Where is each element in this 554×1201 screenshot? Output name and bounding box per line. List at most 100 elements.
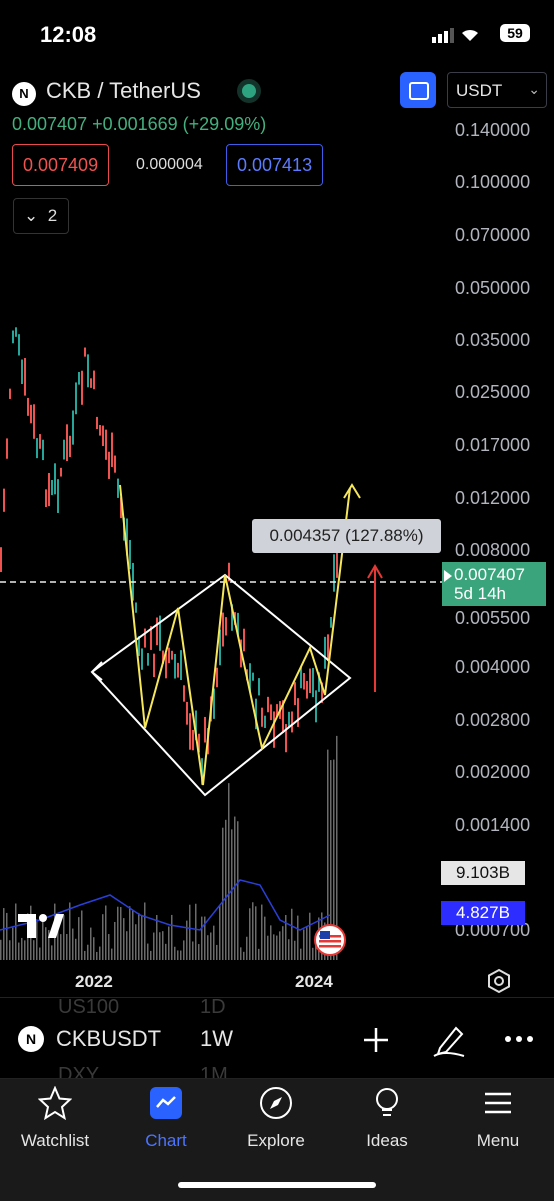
volume-bar xyxy=(117,906,119,960)
candle xyxy=(141,648,143,670)
candle xyxy=(189,713,191,750)
us-flag-event-icon[interactable] xyxy=(314,924,346,956)
volume-bar xyxy=(195,903,197,960)
candle xyxy=(258,678,260,696)
candle xyxy=(174,653,176,679)
candle xyxy=(177,662,179,678)
more-options-icon[interactable] xyxy=(504,1034,534,1044)
price-axis-label: 0.100000 xyxy=(455,172,531,192)
lightbulb-icon xyxy=(376,1088,398,1116)
tab-ideas[interactable]: Ideas xyxy=(337,1086,437,1151)
price-axis-label: 0.035000 xyxy=(455,330,531,350)
volume-bar xyxy=(228,783,230,960)
candle xyxy=(204,716,206,743)
volume-bar xyxy=(192,941,194,960)
chart-settings-icon[interactable] xyxy=(486,968,512,994)
candle xyxy=(15,327,17,337)
volume-bar xyxy=(0,939,2,960)
volume-bar xyxy=(285,915,287,960)
tab-chart[interactable]: Chart xyxy=(116,1086,216,1151)
candle xyxy=(39,434,41,449)
volume-bar xyxy=(177,950,179,960)
volume-bar xyxy=(156,915,158,960)
candle xyxy=(153,653,155,678)
candle xyxy=(252,672,254,681)
volume-bar xyxy=(15,903,17,960)
candle xyxy=(216,667,218,688)
candle xyxy=(27,397,29,416)
volume-bar xyxy=(3,908,5,960)
volume-bar xyxy=(276,935,278,960)
candle xyxy=(48,472,50,507)
tab-label: Explore xyxy=(247,1131,305,1150)
volume-bar xyxy=(180,950,182,960)
volume-bar xyxy=(288,939,290,960)
volume-bar xyxy=(168,926,170,960)
volume-bar xyxy=(123,918,125,960)
volume-bar xyxy=(210,932,212,960)
candle xyxy=(171,650,173,660)
add-icon[interactable] xyxy=(362,1026,390,1054)
volume-bar xyxy=(219,905,221,960)
volume-bar xyxy=(189,904,191,960)
volume-bar xyxy=(81,910,83,960)
volume-bar xyxy=(267,935,269,960)
candle xyxy=(111,432,113,467)
volume-bar xyxy=(24,940,26,960)
volume-bar xyxy=(138,912,140,960)
measure-label: 0.004357 (127.88%) xyxy=(252,519,441,553)
candle xyxy=(6,438,8,459)
volume-bar xyxy=(231,829,233,960)
candle xyxy=(60,467,62,477)
candle xyxy=(243,628,245,652)
candle xyxy=(117,478,119,498)
candle xyxy=(264,715,266,728)
volume-bar xyxy=(135,924,137,960)
price-axis-label: 0.008000 xyxy=(455,540,531,560)
chart-icon xyxy=(150,1087,182,1119)
candle xyxy=(312,668,314,698)
symbol-logo-icon: N xyxy=(18,1026,44,1052)
candle xyxy=(12,330,14,344)
volume-bar xyxy=(18,942,20,960)
star-icon xyxy=(37,1085,73,1121)
price-marker-arrow xyxy=(444,570,452,582)
candle xyxy=(192,729,194,751)
tab-label: Ideas xyxy=(366,1131,408,1150)
candle xyxy=(273,711,275,748)
menu-icon xyxy=(485,1092,511,1114)
volume-bar xyxy=(51,945,53,960)
price-axis-label: 0.012000 xyxy=(455,488,531,508)
candle xyxy=(267,696,269,713)
candle xyxy=(33,404,35,439)
tab-explore[interactable]: Explore xyxy=(226,1086,326,1151)
candle xyxy=(96,416,98,430)
candle xyxy=(36,438,38,459)
timeframe-selector[interactable]: 1W xyxy=(200,1026,233,1052)
tab-watchlist[interactable]: Watchlist xyxy=(5,1085,105,1151)
volume-bar xyxy=(126,931,128,960)
candle xyxy=(45,489,47,508)
candle xyxy=(9,388,11,399)
volume-bar xyxy=(33,940,35,960)
drawing-tool-icon[interactable] xyxy=(432,1022,466,1058)
volume-bar xyxy=(111,948,113,960)
candle xyxy=(66,424,68,462)
volume-bar xyxy=(306,927,308,960)
current-price-tag: 0.007407 5d 14h xyxy=(442,562,546,606)
candle xyxy=(144,628,146,648)
candle xyxy=(186,701,188,725)
candlestick-series xyxy=(0,327,338,785)
volume-bar xyxy=(249,908,251,960)
volume-bar xyxy=(96,951,98,960)
candle xyxy=(30,404,32,424)
tab-menu[interactable]: Menu xyxy=(448,1086,548,1151)
symbol-name[interactable]: CKBUSDT xyxy=(56,1026,161,1052)
volume-bar xyxy=(120,907,122,960)
volume-bar xyxy=(261,904,263,960)
candle xyxy=(78,371,80,385)
candle xyxy=(90,378,92,388)
candle xyxy=(99,424,101,436)
volume-bar xyxy=(153,932,155,960)
volume-bar xyxy=(243,951,245,960)
